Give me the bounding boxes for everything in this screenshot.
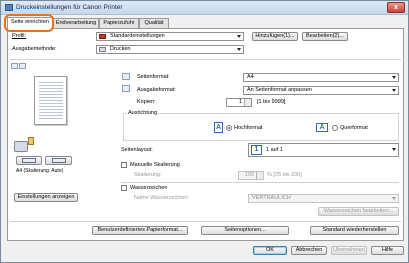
- chevron-down-icon: [392, 197, 396, 200]
- spin-arrows-icon[interactable]: [244, 99, 251, 106]
- printer-small-icon: [99, 47, 106, 52]
- preview-mode-icon[interactable]: [11, 63, 18, 69]
- tab-quality[interactable]: Qualität: [139, 18, 169, 28]
- watermark-checkbox[interactable]: [121, 185, 127, 191]
- printer-illustration-icon: [14, 141, 28, 152]
- watermark-name-label: Name Wasserzeichen:: [134, 195, 190, 201]
- scaling-value: 100: [244, 172, 254, 178]
- page-size-value: A4: [247, 74, 254, 80]
- manual-scaling-checkbox[interactable]: [121, 162, 127, 168]
- page-preview: [34, 76, 67, 125]
- scaling-range: % [25 bis 200]: [267, 172, 302, 178]
- output-size-icon: [122, 85, 130, 92]
- settings-mode-icon[interactable]: [19, 63, 26, 69]
- layout-view-button[interactable]: [16, 156, 42, 165]
- portrait-icon: A: [214, 122, 223, 133]
- divider: [10, 221, 401, 222]
- profile-icon: [99, 34, 106, 39]
- apply-button[interactable]: Übernehmen: [331, 246, 367, 255]
- profile-edit-button[interactable]: Bearbeiten(2)...: [302, 32, 348, 41]
- landscape-icon: A: [316, 123, 328, 132]
- printer-icon: [5, 4, 13, 11]
- custom-paper-size-button[interactable]: Benutzerdefiniertes Papierformat...: [92, 226, 188, 235]
- title-bar: Druckeinstellungen für Canon Printer x: [1, 1, 408, 15]
- landscape-label[interactable]: Querformat: [340, 125, 368, 131]
- copies-spinbox[interactable]: 1: [226, 98, 252, 107]
- edit-watermark-button[interactable]: Wasserzeichen bearbeiten...: [318, 207, 399, 216]
- output-size-select[interactable]: An Seitenformat anpassen: [243, 86, 399, 95]
- divider: [10, 59, 401, 60]
- copies-range: [1 bis 9999]: [257, 99, 286, 105]
- booklet-view-button[interactable]: [45, 156, 72, 165]
- page-options-button[interactable]: Seitenoptionen...: [201, 226, 289, 235]
- output-method-label: Ausgabemethode:: [12, 46, 57, 52]
- page-layout-value: 1 auf 1: [266, 147, 283, 153]
- booklet-view-icon: [51, 158, 66, 163]
- portrait-label[interactable]: Hochformat: [234, 125, 262, 131]
- output-method-select[interactable]: Drucken: [96, 45, 244, 54]
- layout-view-icon: [22, 158, 36, 163]
- preview-text-lines: [39, 82, 63, 120]
- page-layout-select[interactable]: 1 1 auf 1: [248, 143, 399, 157]
- page-size-label: Seitenformat:: [137, 74, 170, 80]
- chevron-down-icon: [392, 148, 396, 151]
- watermark-name-value: VERTRAULICH: [252, 195, 291, 201]
- watermark-label[interactable]: Wasserzeichen: [130, 185, 167, 191]
- profile-add-button[interactable]: Hinzufügen(1)...: [252, 32, 298, 41]
- tab-highlight-frame: [4, 14, 54, 32]
- tab-paper-source[interactable]: Papierzufuhr: [99, 18, 139, 28]
- window-title: Druckeinstellungen für Canon Printer: [16, 4, 123, 11]
- orientation-label: Ausrichtung: [127, 110, 159, 116]
- close-button[interactable]: x: [387, 2, 405, 13]
- output-size-value: An Seitenformat anpassen: [247, 87, 312, 93]
- preview-caption: A4 (Skalierung: Auto): [16, 168, 64, 174]
- watermark-name-select[interactable]: VERTRAULICH: [248, 194, 399, 203]
- restore-defaults-button[interactable]: Standard wiederherstellen: [310, 226, 399, 235]
- portrait-radio[interactable]: [226, 125, 232, 131]
- manual-scaling-label[interactable]: Manuelle Skalierung: [130, 162, 180, 168]
- chevron-down-icon: [392, 76, 396, 79]
- scaling-spinbox[interactable]: 100: [238, 171, 264, 180]
- page-layout-icon: 1: [251, 145, 262, 155]
- help-button[interactable]: Hilfe: [371, 246, 404, 255]
- chevron-down-icon: [392, 89, 396, 92]
- landscape-radio[interactable]: [332, 125, 338, 131]
- ok-button[interactable]: OK: [253, 246, 287, 255]
- scaling-label: Skalierung:: [134, 172, 162, 178]
- divider: [121, 182, 399, 183]
- paper-stack-icon: [28, 137, 34, 145]
- output-method-value: Drucken: [110, 46, 131, 52]
- spin-arrows-icon[interactable]: [256, 172, 263, 179]
- output-size-label: Ausgabeformat:: [137, 87, 176, 93]
- copies-value: 1: [238, 99, 242, 105]
- profile-value: Standardeinstellungen: [110, 33, 165, 39]
- print-settings-window: Druckeinstellungen für Canon Printer x S…: [0, 0, 409, 263]
- tab-finishing[interactable]: Endverarbeitung: [53, 18, 99, 28]
- page-setup-panel: Profil: Standardeinstellungen Hinzufügen…: [7, 28, 404, 241]
- view-settings-button[interactable]: Einstellungen anzeigen: [14, 193, 78, 202]
- chevron-down-icon: [237, 48, 241, 51]
- cancel-button[interactable]: Abbrechen: [291, 246, 327, 255]
- profile-label: Profil:: [12, 33, 27, 39]
- page-layout-label: Seitenlayout:: [121, 147, 153, 153]
- page-size-select[interactable]: A4: [243, 73, 399, 82]
- chevron-down-icon: [237, 35, 241, 38]
- copies-label: Kopien:: [137, 99, 156, 105]
- page-size-icon: [122, 73, 130, 80]
- profile-select[interactable]: Standardeinstellungen: [96, 32, 244, 41]
